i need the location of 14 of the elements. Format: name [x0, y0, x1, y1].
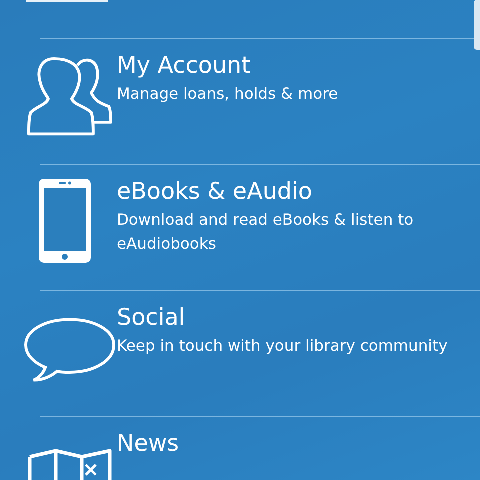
menu-item[interactable]: My Account Manage loans, holds & more [0, 39, 480, 164]
scroll-bar [474, 0, 480, 50]
menu-item[interactable]: News [0, 417, 480, 480]
item-description: Manage loans, holds & more [117, 84, 340, 105]
item-title: News [117, 430, 180, 459]
item-title: My Account [117, 52, 252, 81]
phone-icon [38, 179, 90, 263]
item-description: Keep in touch with your library community [117, 336, 449, 357]
menu-item[interactable]: Social Keep in touch with your library community [0, 291, 480, 416]
item-description: Download and read eBooks & listen to eAudiobooks [117, 210, 415, 255]
speech-bubble-icon [24, 317, 116, 383]
menu-item[interactable]: eBooks & eAudio Download and read eBooks & listen to eAudiobooks [0, 165, 480, 290]
item-title: Social [117, 304, 186, 333]
item-title: eBooks & eAudio [117, 178, 314, 207]
